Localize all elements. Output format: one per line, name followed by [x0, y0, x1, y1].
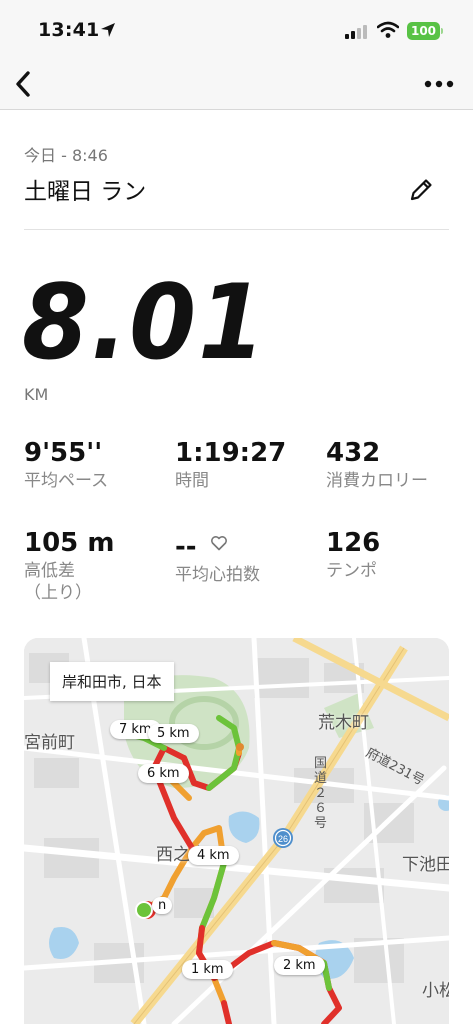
stat-label: 高低差 （上り）: [24, 561, 92, 603]
km-marker: 6 km: [138, 764, 189, 783]
map-location-label: 岸和田市, 日本: [50, 662, 174, 701]
stat-label: 平均ペース: [24, 471, 109, 491]
start-marker-label: n: [152, 897, 173, 914]
place-name: 下池田: [402, 855, 449, 875]
more-options-button[interactable]: [420, 72, 458, 96]
stat-label: 平均心拍数: [175, 565, 260, 585]
place-name: 小松: [422, 981, 449, 1001]
stat-label: テンポ: [326, 561, 377, 581]
distance-unit: KM: [24, 385, 49, 404]
signal-icon: [345, 24, 369, 43]
route-map[interactable]: 26 岸和田市, 日本 荒木町 宮前町 西之内町 下池田 小松 国道２６号 府道…: [24, 638, 449, 1024]
road-name: 国道２６号: [314, 756, 328, 831]
stat-elevation-gain: 105 m 高低差 （上り）: [24, 528, 174, 604]
stat-value-row: --: [175, 528, 325, 562]
nav-bar: [0, 62, 473, 110]
stat-value: 105 m: [24, 528, 115, 558]
stat-duration: 1:19:27 時間: [175, 438, 325, 492]
divider: [24, 229, 449, 230]
km-marker: 1 km: [182, 960, 233, 979]
stat-value: 9'55'': [24, 438, 103, 468]
stat-avg-heart-rate: -- 平均心拍数: [175, 528, 325, 586]
location-arrow-icon: [100, 22, 116, 42]
battery-indicator: 100: [407, 22, 440, 40]
edit-button[interactable]: [406, 175, 438, 207]
pencil-icon: [410, 179, 432, 201]
chevron-left-icon: [16, 71, 30, 97]
status-time: 13:41: [38, 19, 100, 41]
stat-label: 消費カロリー: [326, 471, 428, 491]
place-name: 宮前町: [24, 733, 75, 753]
place-name: 荒木町: [318, 713, 369, 733]
stat-value: --: [175, 532, 197, 562]
km-marker: 4 km: [188, 846, 239, 865]
km-marker: 5 km: [148, 724, 199, 743]
heart-icon: [210, 528, 228, 558]
stat-avg-pace: 9'55'' 平均ペース: [24, 438, 174, 492]
km-marker: 2 km: [274, 956, 325, 975]
activity-title: 土曜日 ラン: [24, 179, 147, 205]
stat-value: 432: [326, 438, 381, 468]
stat-calories: 432 消費カロリー: [326, 438, 473, 492]
wifi-icon: [376, 21, 400, 43]
back-button[interactable]: [8, 66, 38, 102]
stat-value: 126: [326, 528, 381, 558]
stat-cadence: 126 テンポ: [326, 528, 473, 582]
battery-tip: [441, 28, 443, 34]
ellipsis-icon: [424, 80, 454, 88]
stat-value: 1:19:27: [175, 438, 287, 468]
distance-value: 8.01: [22, 262, 267, 383]
status-bar: 13:41 100: [0, 0, 473, 62]
activity-date: 今日 - 8:46: [24, 146, 108, 165]
road-shield-number: 26: [278, 834, 288, 844]
stat-label: 時間: [175, 471, 209, 491]
